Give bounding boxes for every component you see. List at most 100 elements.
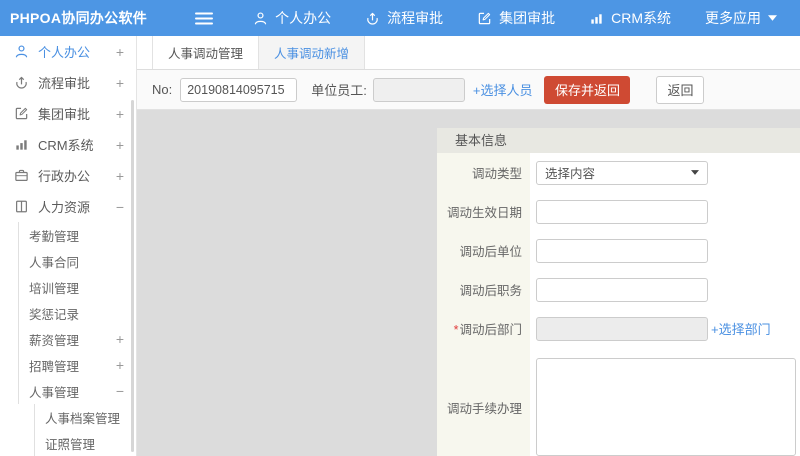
- top-header-bar: PHPOA协同办公软件 个人办公 流程审批 集团审批 CRM系统 更多应用: [0, 0, 800, 36]
- topnav-label: 更多应用: [705, 8, 761, 28]
- caret-down-icon: [768, 15, 777, 21]
- menu-icon: [195, 12, 213, 25]
- topnav-label: 个人办公: [275, 8, 331, 28]
- topnav-label: 集团审批: [499, 8, 555, 28]
- app-logo-title: PHPOA协同办公软件: [0, 8, 147, 28]
- expand-toggle[interactable]: +: [116, 168, 124, 184]
- save-and-return-button[interactable]: 保存并返回: [544, 76, 630, 104]
- expand-toggle[interactable]: −: [116, 199, 124, 215]
- new-department-input[interactable]: [536, 317, 708, 341]
- expand-toggle[interactable]: +: [116, 75, 124, 91]
- topnav-personal-office[interactable]: 个人办公: [253, 8, 331, 28]
- tab-label: 人事调动新增: [274, 43, 349, 62]
- sidebar-item-label: 流程审批: [38, 73, 112, 92]
- sidebar-item-personnel-file-mgmt[interactable]: 人事档案管理: [34, 404, 136, 430]
- sidebar-item-training-mgmt[interactable]: 培训管理: [18, 274, 136, 300]
- sidebar-item-label: 薪资管理: [29, 330, 112, 349]
- field-label-new-position: 调动后职务: [437, 280, 530, 299]
- back-button[interactable]: 返回: [656, 76, 704, 104]
- new-unit-input[interactable]: [536, 239, 708, 263]
- sidebar-item-reward-punishment[interactable]: 奖惩记录: [18, 300, 136, 326]
- top-navigation: 个人办公 流程审批 集团审批 CRM系统 更多应用: [253, 8, 777, 28]
- form-row-transfer-type: 调动类型选择内容: [437, 153, 800, 192]
- process-icon: [365, 11, 380, 26]
- bar-chart-icon: [589, 11, 604, 26]
- process-icon: [14, 75, 29, 90]
- topnav-label: CRM系统: [611, 8, 671, 28]
- sidebar-item-group-approval[interactable]: 集团审批+: [0, 98, 136, 129]
- sidebar-item-attendance-mgmt[interactable]: 考勤管理: [18, 222, 136, 248]
- topnav-label: 流程审批: [387, 8, 443, 28]
- sidebar-item-admin-office[interactable]: 行政办公+: [0, 160, 136, 191]
- field-label-transfer-procedure: 调动手续办理: [437, 398, 530, 417]
- sidebar-item-label: 考勤管理: [29, 226, 124, 245]
- book-icon: [14, 199, 29, 214]
- employee-label: 单位员工:: [311, 80, 367, 99]
- topnav-crm-system[interactable]: CRM系统: [589, 8, 671, 28]
- new-position-input[interactable]: [536, 278, 708, 302]
- workspace: 基本信息 调动类型选择内容调动生效日期调动后单位调动后职务*调动后部门+选择部门…: [137, 110, 800, 456]
- transfer-procedure-textarea[interactable]: [536, 358, 796, 456]
- expand-toggle[interactable]: +: [116, 44, 124, 60]
- edit-square-icon: [477, 11, 492, 26]
- bar-chart-icon: [14, 137, 29, 152]
- expand-toggle[interactable]: −: [116, 383, 124, 399]
- hamburger-menu-button[interactable]: [195, 12, 213, 25]
- field-label-new-department: *调动后部门: [437, 319, 530, 338]
- expand-toggle[interactable]: +: [116, 331, 124, 347]
- expand-toggle[interactable]: +: [116, 106, 124, 122]
- expand-toggle[interactable]: +: [116, 357, 124, 373]
- field-label-transfer-type: 调动类型: [437, 163, 530, 182]
- form-body: 调动类型选择内容调动生效日期调动后单位调动后职务*调动后部门+选择部门调动手续办…: [437, 153, 800, 456]
- topnav-group-approval[interactable]: 集团审批: [477, 8, 555, 28]
- topnav-workflow-approval[interactable]: 流程审批: [365, 8, 443, 28]
- no-label: No:: [152, 82, 172, 97]
- form-row-transfer-procedure: 调动手续办理: [437, 348, 800, 456]
- sidebar-item-salary-mgmt[interactable]: 薪资管理+: [18, 326, 136, 352]
- user-icon: [14, 44, 29, 59]
- sidebar-item-label: 人事合同: [29, 252, 124, 271]
- sidebar-item-crm-system[interactable]: CRM系统+: [0, 129, 136, 160]
- effective-date-input[interactable]: [536, 200, 708, 224]
- employee-input[interactable]: [373, 78, 465, 102]
- sidebar-item-label: CRM系统: [38, 135, 112, 154]
- user-icon: [253, 11, 268, 26]
- form-row-new-position: 调动后职务: [437, 270, 800, 309]
- sidebar-item-label: 证照管理: [45, 434, 124, 453]
- form-row-new-unit: 调动后单位: [437, 231, 800, 270]
- form-toolbar: No: 单位员工: +选择人员 保存并返回 返回: [137, 70, 800, 110]
- sidebar-item-label: 招聘管理: [29, 356, 112, 375]
- sidebar-item-certificate-mgmt[interactable]: 证照管理: [34, 430, 136, 456]
- topnav-more-apps[interactable]: 更多应用: [705, 8, 777, 28]
- basic-info-panel: 基本信息 调动类型选择内容调动生效日期调动后单位调动后职务*调动后部门+选择部门…: [437, 128, 800, 456]
- sidebar-item-label: 培训管理: [29, 278, 124, 297]
- no-input[interactable]: [180, 78, 297, 102]
- tab-bar: 人事调动管理 人事调动新增: [137, 36, 800, 70]
- field-label-new-unit: 调动后单位: [437, 241, 530, 260]
- edit-square-icon: [14, 106, 29, 121]
- sidebar-item-personal-office[interactable]: 个人办公+: [0, 36, 136, 67]
- form-row-new-department: *调动后部门 +选择部门: [437, 309, 800, 348]
- main-content: 人事调动管理人事调动新增 No: 单位员工: +选择人员 保存并返回 返回 基本…: [137, 36, 800, 456]
- sidebar-item-personnel-mgmt[interactable]: 人事管理−: [18, 378, 136, 404]
- sidebar-item-label: 行政办公: [38, 166, 112, 185]
- required-asterisk: *: [454, 323, 459, 337]
- select-person-link[interactable]: +选择人员: [473, 80, 533, 99]
- expand-toggle[interactable]: +: [116, 137, 124, 153]
- transfer-type-select[interactable]: 选择内容: [536, 161, 708, 185]
- form-row-effective-date: 调动生效日期: [437, 192, 800, 231]
- tab-personnel-transfer-mgmt[interactable]: 人事调动管理: [152, 36, 259, 69]
- tab-personnel-transfer-new[interactable]: 人事调动新增: [259, 36, 365, 69]
- sidebar-scrollbar[interactable]: [131, 100, 134, 452]
- sidebar-item-label: 奖惩记录: [29, 304, 124, 323]
- sidebar-item-workflow-approval[interactable]: 流程审批+: [0, 67, 136, 98]
- select-department-link[interactable]: +选择部门: [711, 319, 771, 338]
- briefcase-icon: [14, 168, 29, 183]
- sidebar-item-hr-contract[interactable]: 人事合同: [18, 248, 136, 274]
- select-caret-icon: [691, 170, 699, 175]
- sidebar-menu: 个人办公+流程审批+集团审批+CRM系统+行政办公+人力资源−考勤管理人事合同培…: [0, 36, 136, 456]
- tab-label: 人事调动管理: [168, 43, 243, 62]
- sidebar-item-human-resources[interactable]: 人力资源−: [0, 191, 136, 222]
- sidebar-item-recruitment-mgmt[interactable]: 招聘管理+: [18, 352, 136, 378]
- field-label-effective-date: 调动生效日期: [437, 202, 530, 221]
